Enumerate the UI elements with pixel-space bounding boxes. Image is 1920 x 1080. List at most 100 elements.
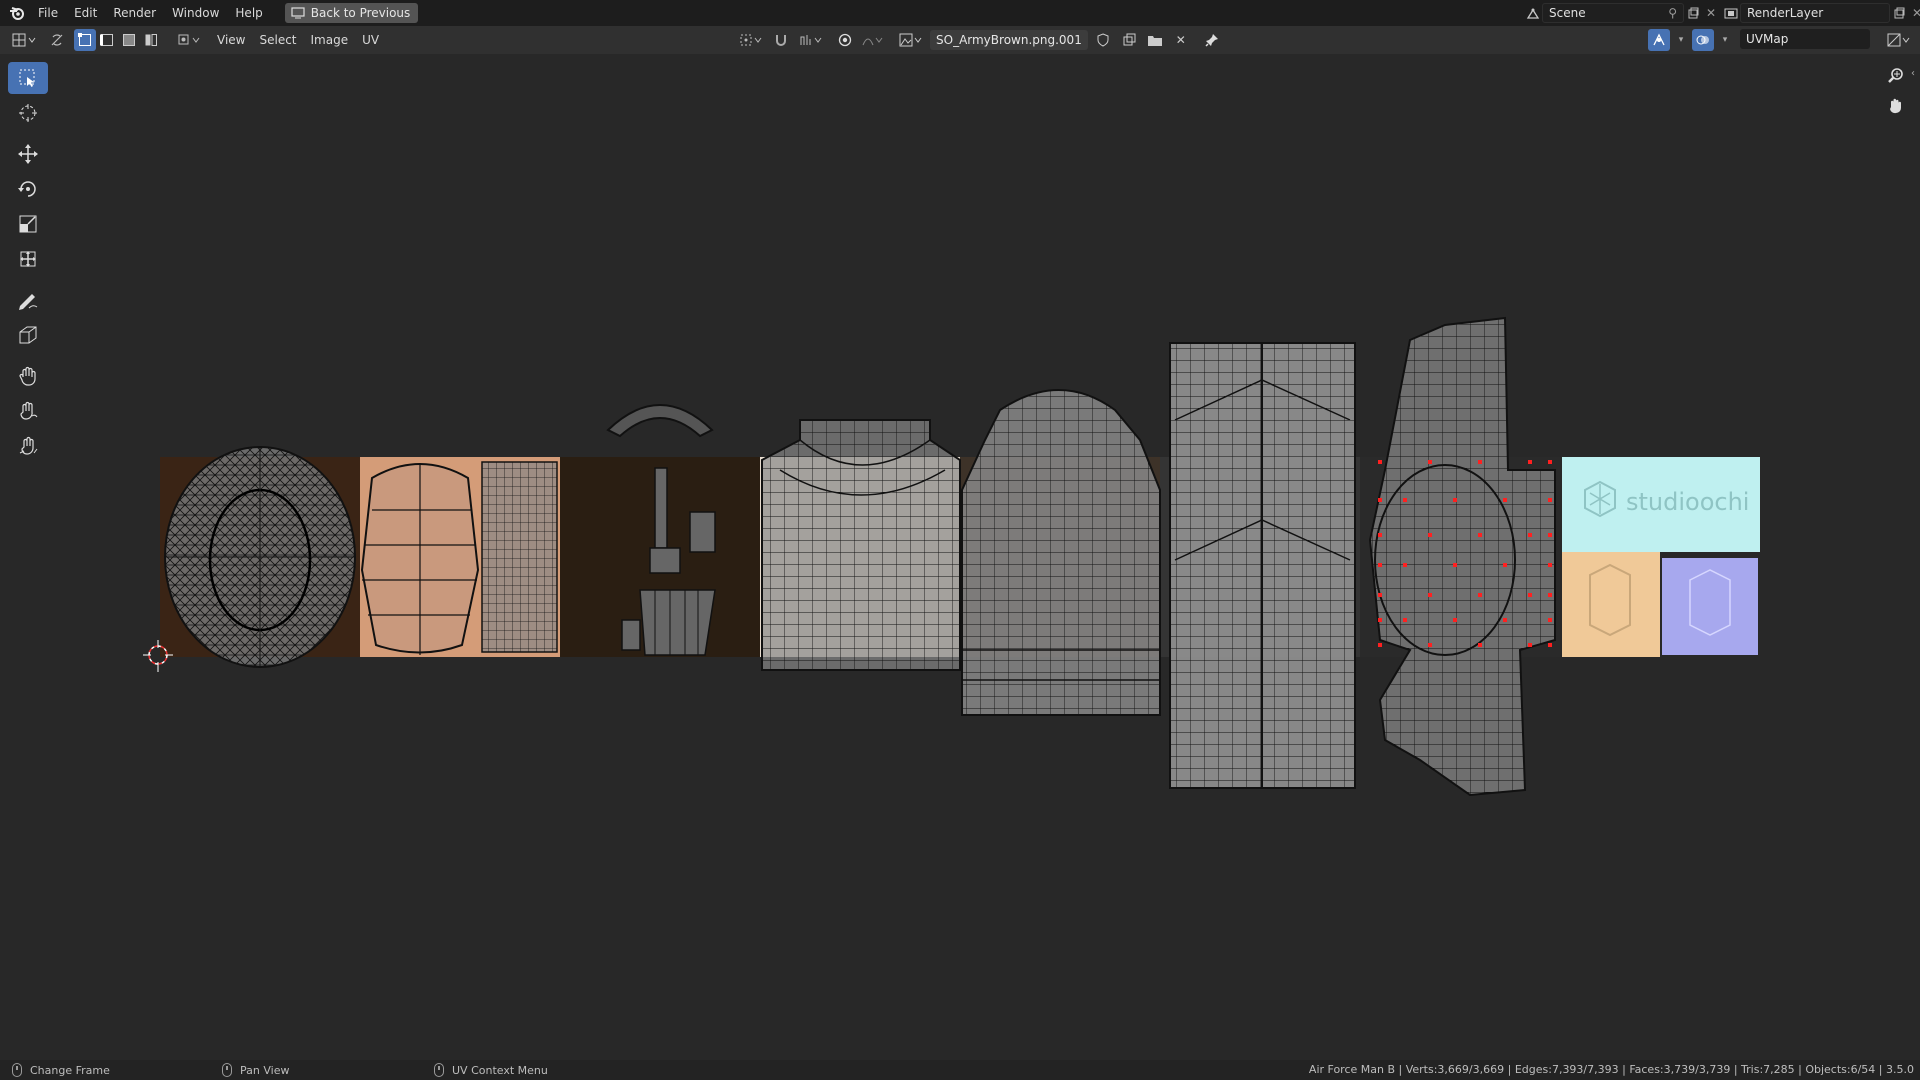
menu-render[interactable]: Render (105, 2, 164, 24)
selected-vertex[interactable] (1378, 498, 1382, 502)
scene-icon[interactable] (1524, 4, 1542, 22)
back-to-previous-button[interactable]: Back to Previous (284, 3, 419, 23)
selected-vertex[interactable] (1453, 498, 1457, 502)
selected-vertex[interactable] (1428, 460, 1432, 464)
menu-view[interactable]: View (210, 29, 252, 51)
selected-vertex[interactable] (1403, 498, 1407, 502)
delete-scene-icon[interactable]: ✕ (1702, 4, 1720, 22)
menu-uv[interactable]: UV (355, 29, 386, 51)
render-layer-field[interactable]: RenderLayer (1740, 3, 1890, 23)
sticky-selection-dropdown[interactable] (174, 29, 204, 51)
selected-vertex[interactable] (1528, 643, 1532, 647)
selected-vertex[interactable] (1453, 563, 1457, 567)
pivot-point-dropdown[interactable] (736, 29, 766, 51)
pin-image-icon[interactable] (1200, 29, 1224, 51)
face-select-mode-icon[interactable] (118, 29, 140, 51)
selected-vertex[interactable] (1378, 563, 1382, 567)
selected-vertex[interactable] (1503, 563, 1507, 567)
new-layer-icon[interactable] (1890, 4, 1908, 22)
selected-vertex[interactable] (1478, 593, 1482, 597)
unlink-image-icon[interactable]: ✕ (1170, 29, 1192, 51)
sync-selection-icon[interactable] (46, 29, 68, 51)
image-name-field[interactable]: SO_ArmyBrown.png.001 (930, 30, 1088, 50)
selected-vertex[interactable] (1548, 593, 1552, 597)
selected-vertex[interactable] (1378, 593, 1382, 597)
selected-vertex[interactable] (1478, 460, 1482, 464)
delete-layer-icon[interactable]: ✕ (1908, 4, 1920, 22)
island-select-mode-icon[interactable] (140, 29, 162, 51)
selected-vertex[interactable] (1478, 643, 1482, 647)
selected-vertex[interactable] (1478, 533, 1482, 537)
uv-editor-header: View Select Image UV SO_ArmyBrown.png.00… (0, 26, 1920, 54)
selected-vertex[interactable] (1453, 618, 1457, 622)
status-bar: Change Frame Pan View UV Context Menu Ai… (0, 1060, 1920, 1080)
selected-vertex[interactable] (1403, 618, 1407, 622)
selected-vertex[interactable] (1378, 618, 1382, 622)
menu-edit[interactable]: Edit (66, 2, 105, 24)
logo-text: studioochi (1626, 488, 1749, 516)
overlays-dropdown-icon[interactable]: ▾ (1714, 29, 1736, 51)
selected-vertex[interactable] (1528, 593, 1532, 597)
top-menu-bar: File Edit Render Window Help Back to Pre… (0, 0, 1920, 26)
selected-vertex[interactable] (1378, 533, 1382, 537)
scene-field[interactable]: Scene ⚲ (1542, 3, 1684, 23)
selected-vertex[interactable] (1428, 593, 1432, 597)
hint-uv-context-menu: UV Context Menu (434, 1063, 548, 1077)
selected-vertex[interactable] (1503, 618, 1507, 622)
vertex-select-mode-icon[interactable] (74, 29, 96, 51)
new-scene-icon[interactable] (1684, 4, 1702, 22)
edge-select-mode-icon[interactable] (96, 29, 118, 51)
snap-toggle-icon[interactable] (770, 29, 792, 51)
uv-island-hand[interactable] (481, 461, 558, 653)
fake-user-shield-icon[interactable] (1092, 29, 1114, 51)
uv-island-boot[interactable] (1368, 316, 1556, 797)
snap-target-dropdown[interactable] (796, 29, 826, 51)
back-to-previous-label: Back to Previous (310, 6, 411, 20)
proportional-editing-icon[interactable] (834, 29, 856, 51)
menu-help[interactable]: Help (227, 2, 270, 24)
uv-map-field[interactable]: UVMap (1740, 29, 1870, 49)
selected-vertex[interactable] (1378, 460, 1382, 464)
render-layer-icon[interactable] (1722, 4, 1740, 22)
selected-vertex[interactable] (1528, 533, 1532, 537)
uv-island-torso-back[interactable] (961, 389, 1161, 716)
display-channels-dropdown[interactable] (1884, 29, 1914, 51)
selected-vertex[interactable] (1548, 498, 1552, 502)
selected-vertex[interactable] (1548, 563, 1552, 567)
uv-island-torso-front[interactable] (761, 419, 961, 671)
editor-type-dropdown[interactable] (8, 29, 40, 51)
selected-vertex[interactable] (1528, 460, 1532, 464)
scene-statistics: Air Force Man B | Verts:3,669/3,669 | Ed… (1308, 1063, 1914, 1076)
uv-island-arc[interactable] (606, 404, 714, 438)
menu-file[interactable]: File (30, 2, 66, 24)
menu-image[interactable]: Image (304, 29, 356, 51)
selected-vertex[interactable] (1548, 460, 1552, 464)
menu-window[interactable]: Window (164, 2, 227, 24)
selected-vertex[interactable] (1548, 643, 1552, 647)
uv-island-sleeve[interactable] (360, 463, 480, 655)
open-image-folder-icon[interactable] (1144, 29, 1166, 51)
new-image-icon[interactable] (1118, 29, 1140, 51)
selected-vertex[interactable] (1503, 498, 1507, 502)
selected-vertex[interactable] (1548, 618, 1552, 622)
header-center-group: SO_ArmyBrown.png.001 ✕ (736, 29, 1224, 51)
scene-name: Scene (1549, 6, 1586, 20)
pin-icon[interactable]: ⚲ (1668, 6, 1677, 20)
uv-canvas[interactable]: studioochi (0, 54, 1920, 1060)
overlays-toggle-icon[interactable] (1692, 29, 1714, 51)
falloff-dropdown[interactable] (860, 29, 886, 51)
uv-island-legs[interactable] (1169, 342, 1356, 789)
selected-vertex[interactable] (1378, 643, 1382, 647)
blender-logo-icon[interactable] (4, 0, 30, 26)
menu-select[interactable]: Select (252, 29, 303, 51)
selected-vertex[interactable] (1428, 643, 1432, 647)
image-browse-dropdown[interactable] (896, 29, 926, 51)
selected-vertex[interactable] (1403, 563, 1407, 567)
uv-island-head[interactable] (164, 446, 356, 668)
render-layer-name: RenderLayer (1747, 6, 1824, 20)
selected-vertex[interactable] (1548, 533, 1552, 537)
gizmo-toggle-icon[interactable] (1648, 29, 1670, 51)
selected-vertex[interactable] (1428, 533, 1432, 537)
gizmo-dropdown-icon[interactable]: ▾ (1670, 29, 1692, 51)
pivot-icon (740, 34, 762, 46)
